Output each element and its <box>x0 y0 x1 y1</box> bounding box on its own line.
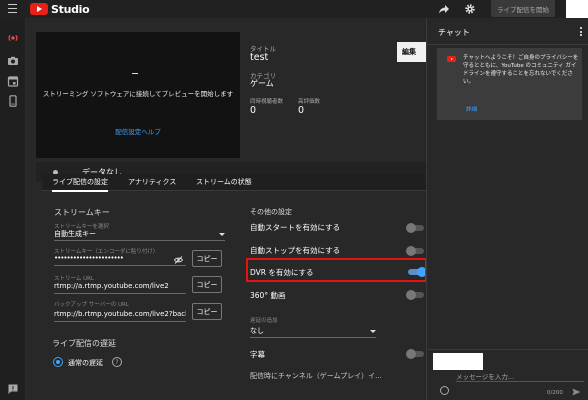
calendar-icon[interactable] <box>7 75 19 87</box>
studio-logo[interactable]: Studio <box>30 2 90 16</box>
delay-select[interactable]: なし <box>250 326 350 336</box>
chat-welcome-message: チャットへようこそ！ご自身のプライバシーを守るとともに、YouTube のコミュ… <box>437 48 582 120</box>
avatar[interactable] <box>566 0 588 18</box>
360-video-label: 360° 動画 <box>250 291 286 300</box>
phone-icon[interactable] <box>7 95 19 107</box>
stream-url-field[interactable]: rtmp://a.rtmp.youtube.com/live2 <box>54 282 186 290</box>
preview-message: ストリーミング ソフトウェアに接続してプレビューを開始します <box>42 90 234 98</box>
send-icon[interactable] <box>572 388 581 396</box>
likes-label: 高評価数 <box>298 99 321 105</box>
stream-preview: ストリーミング ソフトウェアに接続してプレビューを開始します 配信設定ヘルプ <box>36 32 240 158</box>
top-bar: Studio ライブ配信を開始 <box>0 0 588 18</box>
chat-panel: チャット チャットへようこそ！ご自身のプライバシーを守るとともに、YouTube… <box>426 18 588 400</box>
stream-settings-help-link[interactable]: 配信設定ヘルプ <box>36 126 240 136</box>
live-icon[interactable] <box>7 32 19 44</box>
main-panel: ストリーミング ソフトウェアに接続してプレビューを開始します 配信設定ヘルプ タ… <box>26 18 427 400</box>
help-icon[interactable]: ? <box>112 357 122 367</box>
tab-analytics[interactable]: アナリティクス <box>128 177 176 187</box>
youtube-icon <box>447 56 456 62</box>
backup-url-field[interactable]: rtmp://b.rtmp.youtube.com/live2?backup=1 <box>54 310 186 318</box>
char-counter: 0/200 <box>547 390 563 396</box>
title-value: test <box>250 52 269 63</box>
brand-name: Studio <box>51 2 90 16</box>
360-video-toggle[interactable] <box>406 290 424 300</box>
emoji-icon[interactable] <box>440 386 449 395</box>
select-underline <box>54 240 225 241</box>
chat-input[interactable]: メッセージを入力... <box>456 371 514 381</box>
auto-stop-toggle[interactable] <box>406 246 424 256</box>
captions-toggle[interactable] <box>406 349 424 359</box>
concurrent-viewers-value: 0 <box>250 105 257 116</box>
captions-label: 字幕 <box>250 350 265 359</box>
delay-chevron-down-icon[interactable] <box>370 330 376 333</box>
other-settings-title: その他の設定 <box>250 208 292 216</box>
chat-input-underline <box>456 381 584 382</box>
tab-stream-settings[interactable]: ライブ配信の設定 <box>52 177 108 192</box>
user-avatar <box>433 353 483 370</box>
start-live-button[interactable]: ライブ配信を開始 <box>491 0 555 17</box>
chat-input-area: メッセージを入力... 0/200 <box>427 349 588 400</box>
cut-off-setting-text: 配信時にチャンネル（ゲームプレイ）イ... <box>250 372 382 380</box>
side-nav <box>0 18 26 400</box>
menu-icon[interactable] <box>8 4 17 13</box>
latency-section-title: ライブ配信の遅延 <box>52 339 116 348</box>
copy-url-button[interactable]: コピー <box>192 276 222 293</box>
auto-start-toggle[interactable] <box>406 223 424 233</box>
likes-value: 0 <box>298 105 305 116</box>
tab-stream-health[interactable]: ストリームの状態 <box>196 177 252 187</box>
share-icon[interactable] <box>438 3 450 15</box>
youtube-logo-icon <box>30 3 48 15</box>
gear-icon[interactable] <box>464 3 476 15</box>
chat-title: チャット <box>438 28 470 37</box>
copy-key-button[interactable]: コピー <box>192 250 222 267</box>
visibility-off-icon[interactable] <box>174 256 183 264</box>
backup-url-label: バックアップ サーバーの URL <box>54 302 129 308</box>
chevron-down-icon[interactable] <box>219 233 225 236</box>
stream-url-label: ストリーム URL <box>54 276 94 282</box>
auto-start-label: 自動スタートを有効にする <box>250 223 341 232</box>
edit-button[interactable]: 編集 <box>397 42 426 62</box>
copy-backup-button[interactable]: コピー <box>192 303 222 320</box>
category-value: ゲーム <box>250 79 274 88</box>
stream-key-field[interactable]: •••••••••••••••••••••• <box>54 254 174 262</box>
learn-more-link[interactable]: 詳細 <box>466 105 477 113</box>
preview-dash <box>132 73 138 74</box>
camera-icon[interactable] <box>7 55 19 67</box>
feedback-icon[interactable] <box>7 383 19 395</box>
key-underline <box>54 265 186 266</box>
normal-latency-label: 通常の遅延 <box>68 359 103 367</box>
dvr-highlight-box <box>246 258 427 282</box>
url-underline <box>54 293 186 294</box>
backup-underline <box>54 321 186 322</box>
auto-stop-label: 自動ストップを有効にする <box>250 246 341 255</box>
concurrent-viewers-label: 同時視聴者数 <box>250 99 284 105</box>
delay-label: 遅延の追加 <box>250 318 278 324</box>
stream-key-select[interactable]: 自動生成キー <box>54 229 214 239</box>
stream-key-section-title: ストリームキー <box>54 208 110 217</box>
normal-latency-radio[interactable] <box>53 357 63 367</box>
more-options-icon[interactable] <box>580 27 582 36</box>
delay-underline <box>250 337 376 338</box>
chat-header: チャット <box>427 18 588 45</box>
welcome-text: チャットへようこそ！ご自身のプライバシーを守るとともに、YouTube のコミュ… <box>463 55 579 85</box>
settings-tabs: ライブ配信の設定 アナリティクス ストリームの状態 <box>42 174 426 192</box>
